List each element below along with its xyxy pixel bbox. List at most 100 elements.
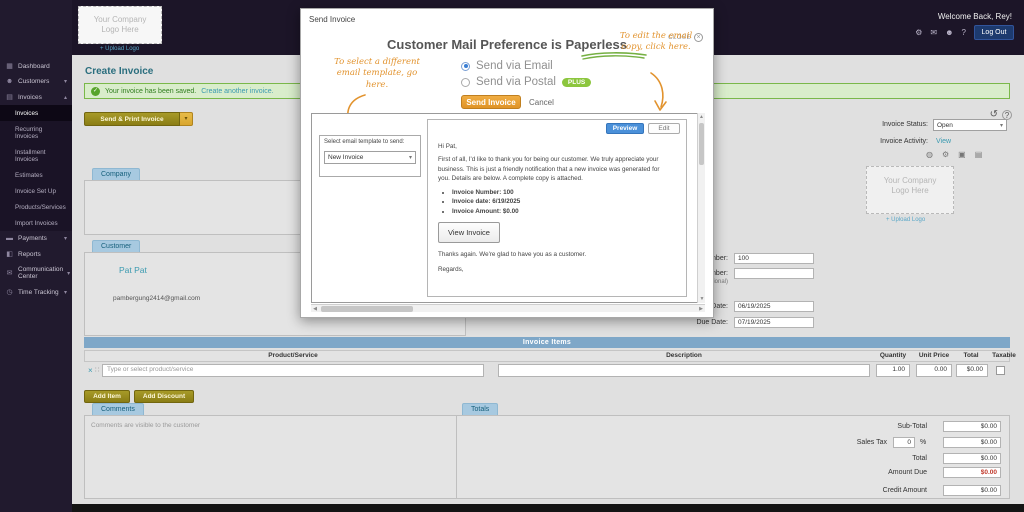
scroll-down-arrow[interactable]: ▼ <box>698 295 706 303</box>
invoice-date-input[interactable]: 06/19/2025 <box>734 301 814 312</box>
modal-cancel-link[interactable]: Cancel <box>529 98 554 107</box>
form-gear-icon[interactable]: ⚙ <box>942 150 949 159</box>
sidebar-label: Time Tracking <box>18 289 59 296</box>
delete-row-icon[interactable]: × <box>88 366 93 375</box>
totals-tab: Totals <box>462 403 498 415</box>
scroll-up-arrow[interactable]: ▲ <box>698 113 705 121</box>
logo-placeholder-line1: Your Company <box>867 176 953 186</box>
edit-button[interactable]: Edit <box>648 123 680 134</box>
horizontal-scroll-thumb[interactable] <box>321 306 413 312</box>
invoice-status-dropdown[interactable]: Open ▾ <box>933 119 1007 131</box>
sidebar-item-invoices[interactable]: ▤ Invoices ▴ <box>0 89 72 105</box>
company-tab: Company <box>92 168 140 180</box>
customer-name-link[interactable]: Pat Pat <box>119 265 147 275</box>
email-radio[interactable] <box>461 62 470 71</box>
col-product-service: Product/Service <box>102 352 484 359</box>
company-logo-upload-box[interactable]: Your Company Logo Here <box>78 6 162 44</box>
send-via-email-option: Send via Email <box>461 60 553 72</box>
sidebar-item-communication-center[interactable]: ✉ Communication Center ▾ <box>0 262 72 284</box>
email-radio-label[interactable]: Send via Email <box>476 60 553 72</box>
sidebar-subitem-products-services[interactable]: Products/Services <box>0 199 72 215</box>
invoice-number-input[interactable]: 100 <box>734 253 814 264</box>
globe-icon[interactable]: ◍ <box>926 150 933 159</box>
scroll-right-arrow[interactable]: ▶ <box>697 305 705 313</box>
form-upload-logo-link[interactable]: + Upload Logo <box>886 217 925 223</box>
template-dropdown[interactable]: New Invoice ▾ <box>324 151 416 164</box>
vertical-scrollbar[interactable]: ▲ ▼ <box>697 113 705 303</box>
send-via-postal-option: Send via Postal PLUS <box>461 76 591 88</box>
product-service-input[interactable]: Type or select product/service <box>102 364 484 377</box>
sidebar-subitem-estimates[interactable]: Estimates <box>0 167 72 183</box>
help-icon[interactable]: ? <box>962 28 966 37</box>
taxable-checkbox[interactable] <box>996 366 1005 375</box>
sales-tax-input[interactable]: 0 <box>893 437 915 448</box>
scroll-left-arrow[interactable]: ◀ <box>311 305 319 313</box>
sidebar-subitem-installment-invoices[interactable]: Installment Invoices <box>0 144 72 167</box>
po-number-input[interactable] <box>734 268 814 279</box>
sidebar-item-dashboard[interactable]: ▦ Dashboard <box>0 58 72 74</box>
comments-textarea[interactable]: Comments are visible to the customer <box>84 415 474 499</box>
postal-radio[interactable] <box>461 78 470 87</box>
sidebar: ▦ Dashboard ☻ Customers ▾ ▤ Invoices ▴ I… <box>0 0 72 512</box>
create-another-invoice-link[interactable]: Create another invoice. <box>201 88 273 95</box>
view-invoice-button[interactable]: View Invoice <box>438 222 500 243</box>
email-bullet-invoice-amount: Invoice Amount: $0.00 <box>452 207 673 216</box>
unit-price-input[interactable]: 0.00 <box>916 364 952 377</box>
totals-panel: Sub-Total $0.00 Sales Tax 0 % $0.00 Tota… <box>456 415 1010 499</box>
gear-icon[interactable]: ⚙ <box>915 28 922 37</box>
invoices-icon: ▤ <box>5 93 14 101</box>
horizontal-scrollbar[interactable]: ◀ ▶ <box>311 304 705 312</box>
annotation-right-arrow <box>647 71 671 115</box>
welcome-text: Welcome Back, Rey! <box>938 12 1012 21</box>
drag-handle-icon[interactable]: ∷ <box>95 366 99 374</box>
due-date-input[interactable]: 07/19/2025 <box>734 317 814 328</box>
sidebar-item-customers[interactable]: ☻ Customers ▾ <box>0 74 72 89</box>
sidebar-subitem-recurring-invoices[interactable]: Recurring Invoices <box>0 121 72 144</box>
vertical-scroll-thumb[interactable] <box>699 123 704 165</box>
email-preview-panel: Preview Edit Hi Pat, First of all, I'd l… <box>427 119 687 297</box>
modal-send-invoice-button[interactable]: Send Invoice <box>461 95 521 109</box>
sidebar-item-reports[interactable]: ◧ Reports <box>0 246 72 262</box>
logout-button[interactable]: Log Out <box>974 25 1014 40</box>
email-bullet-invoice-number: Invoice Number: 100 <box>452 188 673 197</box>
user-icon[interactable]: ☻ <box>945 28 953 37</box>
send-print-invoice-button[interactable]: Send & Print Invoice <box>84 112 180 126</box>
email-bullets: Invoice Number: 100 Invoice date: 6/19/2… <box>452 188 673 216</box>
page-icon[interactable]: ▣ <box>958 150 966 159</box>
amount-due-value: $0.00 <box>943 467 1001 478</box>
sidebar-item-payments[interactable]: ▬ Payments ▾ <box>0 231 72 246</box>
sidebar-label: Invoices <box>18 94 42 101</box>
postal-radio-label[interactable]: Send via Postal <box>476 76 556 88</box>
preview-button[interactable]: Preview <box>606 123 644 134</box>
email-greeting: Hi Pat, <box>438 142 673 151</box>
chevron-down-icon: ▾ <box>64 78 67 85</box>
send-print-dropdown-arrow[interactable]: ▾ <box>180 112 193 126</box>
footer-bar <box>0 504 1024 512</box>
chevron-down-icon: ▾ <box>409 154 412 161</box>
col-total: Total <box>954 352 988 359</box>
sidebar-subitem-invoice-set-up[interactable]: Invoice Set Up <box>0 183 72 199</box>
quantity-input[interactable]: 1.00 <box>876 364 910 377</box>
mail-icon[interactable]: ✉ <box>930 28 937 37</box>
invoice-status-label: Invoice Status: <box>855 121 928 128</box>
sidebar-invoices-submenu: Invoices Recurring Invoices Installment … <box>0 105 72 231</box>
invoice-activity-view-link[interactable]: View <box>936 138 951 145</box>
sidebar-subitem-invoices[interactable]: Invoices <box>0 105 72 121</box>
description-input[interactable] <box>498 364 870 377</box>
logo-placeholder-line2: Logo Here <box>79 25 161 35</box>
payments-icon: ▬ <box>5 235 14 242</box>
copy-icon[interactable]: ▤ <box>975 150 983 159</box>
form-logo-upload-box[interactable]: Your Company Logo Here <box>866 166 954 214</box>
upload-logo-link[interactable]: + Upload Logo <box>100 46 139 52</box>
time-icon: ◷ <box>5 288 14 296</box>
email-regards: Regards, <box>438 265 673 274</box>
add-item-button[interactable]: Add Item <box>84 390 130 403</box>
sidebar-item-time-tracking[interactable]: ◷ Time Tracking ▾ <box>0 284 72 300</box>
add-discount-button[interactable]: Add Discount <box>134 390 194 403</box>
banner-text: Your invoice has been saved. <box>105 88 196 95</box>
modal-window-title: Send Invoice <box>309 15 355 24</box>
sidebar-subitem-import-invoices[interactable]: Import Invoices <box>0 215 72 231</box>
annotation-left: To select a different email template, go… <box>327 57 427 91</box>
send-invoice-modal: Send Invoice CLOSE × Customer Mail Prefe… <box>300 8 714 318</box>
sales-tax-label: Sales Tax <box>747 439 887 446</box>
